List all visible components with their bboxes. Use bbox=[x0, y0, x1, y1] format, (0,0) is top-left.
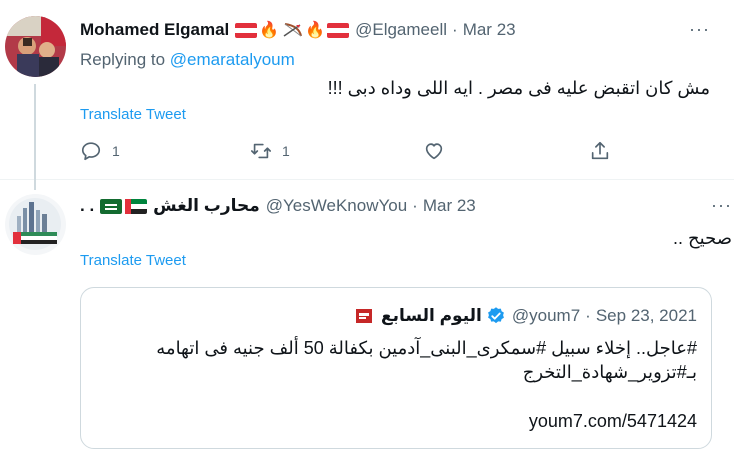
quoted-author-avatar[interactable] bbox=[352, 305, 375, 327]
quoted-tweet-date[interactable]: Sep 23, 2021 bbox=[596, 306, 697, 326]
heart-icon bbox=[425, 143, 443, 160]
reply-icon bbox=[81, 142, 101, 161]
share-button[interactable] bbox=[589, 140, 611, 162]
reply-count: 1 bbox=[112, 143, 120, 159]
saudi-flag-icon bbox=[100, 198, 123, 214]
share-icon bbox=[591, 141, 609, 160]
fire-icon: 🔥 bbox=[259, 21, 280, 39]
quoted-tweet-link[interactable]: youm7.com/5471424 bbox=[529, 411, 697, 432]
tweet-1[interactable]: Mohamed Elgamal 🔥 🔥 @Elgameell · Mar 23 … bbox=[0, 0, 734, 190]
retweet-count: 1 bbox=[282, 143, 290, 159]
retweet-button[interactable]: 1 bbox=[250, 140, 290, 162]
separator-dot: · bbox=[452, 20, 458, 39]
avatar-mohareb-alghash[interactable] bbox=[5, 194, 66, 255]
tweet-date[interactable]: Mar 23 bbox=[423, 196, 476, 216]
more-icon[interactable]: ··· bbox=[689, 19, 710, 40]
replying-to: Replying to @emaratalyoum bbox=[80, 50, 295, 70]
uae-flag-icon bbox=[125, 198, 148, 214]
separator-dot: · bbox=[412, 196, 418, 215]
fire-icon: 🔥 bbox=[305, 21, 326, 39]
austria-flag-icon bbox=[235, 22, 258, 38]
verified-badge-icon bbox=[487, 307, 504, 324]
quoted-tweet-text: #عاجل.. إخلاء سبيل #سمكرى_البنى_آدمين بك… bbox=[156, 338, 697, 382]
separator-dot: · bbox=[585, 306, 591, 325]
bow-and-arrow-icon bbox=[283, 22, 303, 37]
name-emojis: 🔥 🔥 bbox=[235, 21, 350, 39]
tweet-1-header: Mohamed Elgamal 🔥 🔥 @Elgameell · Mar 23 bbox=[80, 20, 516, 40]
reply-button[interactable]: 1 bbox=[80, 140, 120, 162]
author-handle[interactable]: @Elgameell bbox=[355, 20, 447, 40]
quoted-tweet-header: اليوم السابع @youm7 · Sep 23, 2021 bbox=[352, 305, 697, 327]
avatar-mohamed-elgamal[interactable] bbox=[5, 16, 66, 77]
author-name[interactable]: محارب الغش bbox=[153, 196, 260, 216]
tweet-text: صحيح .. bbox=[673, 228, 732, 248]
replying-handle-link[interactable]: @emaratalyoum bbox=[170, 50, 295, 69]
tweet-date[interactable]: Mar 23 bbox=[463, 20, 516, 40]
translate-tweet-link[interactable]: Translate Tweet bbox=[80, 252, 186, 269]
quoted-author-handle[interactable]: @youm7 bbox=[512, 306, 580, 326]
retweet-icon bbox=[251, 143, 271, 159]
author-name-suffix: . . bbox=[80, 196, 95, 215]
more-icon[interactable]: ··· bbox=[711, 195, 732, 216]
like-button[interactable] bbox=[423, 140, 445, 162]
austria-flag-icon bbox=[327, 22, 350, 38]
translate-tweet-link[interactable]: Translate Tweet bbox=[80, 106, 186, 123]
tweet-text: مش كان اتقبض عليه فى مصر . ايه اللى وداه… bbox=[327, 78, 710, 98]
thread-connector-line bbox=[34, 84, 36, 190]
tweet-2-header: . . محارب الغش @YesWeKnowYou · Mar 23 bbox=[80, 196, 476, 216]
quoted-tweet[interactable]: اليوم السابع @youm7 · Sep 23, 2021 #عاجل… bbox=[80, 287, 712, 449]
replying-prefix: Replying to bbox=[80, 50, 166, 69]
author-handle[interactable]: @YesWeKnowYou bbox=[266, 196, 407, 216]
tweet-actions: 1 1 bbox=[80, 140, 640, 166]
author-name[interactable]: Mohamed Elgamal bbox=[80, 20, 229, 40]
quoted-author-name[interactable]: اليوم السابع bbox=[381, 306, 482, 326]
